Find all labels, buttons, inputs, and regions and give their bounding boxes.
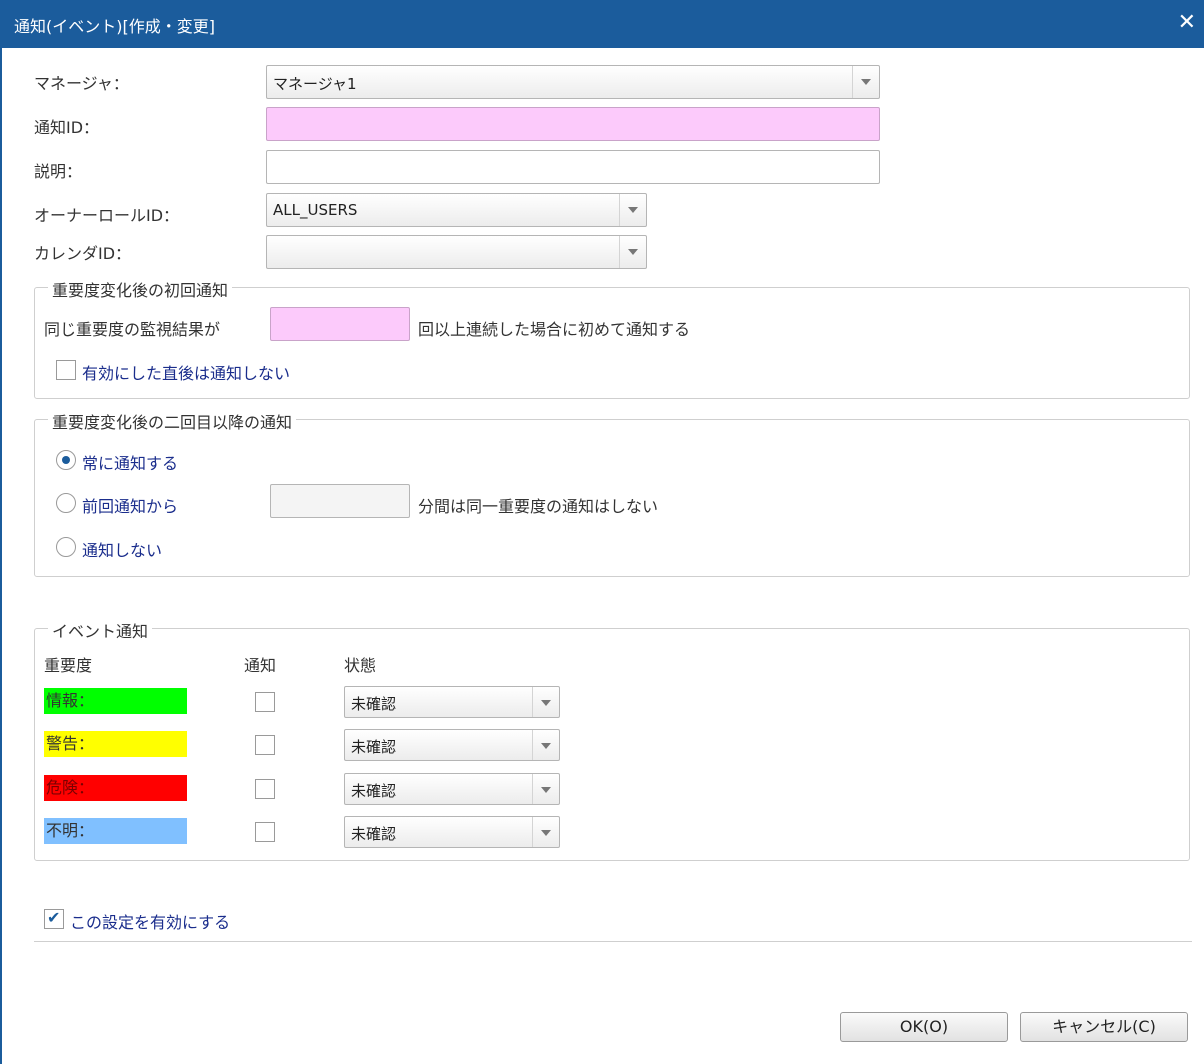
- severity-critical-notify-checkbox[interactable]: [255, 779, 275, 799]
- severity-unknown-state-value: 未確認: [351, 825, 397, 843]
- manager-value: マネージャ1: [273, 75, 357, 93]
- chevron-down-icon: [619, 236, 646, 268]
- severity-info-state-value: 未確認: [351, 695, 397, 713]
- manager-select[interactable]: マネージャ1: [266, 65, 880, 99]
- divider: [34, 941, 1192, 942]
- chevron-down-icon: [532, 817, 559, 847]
- notify-header: 通知: [244, 656, 277, 675]
- severity-critical-state-value: 未確認: [351, 782, 397, 800]
- no-notify-after-enable-checkbox[interactable]: [56, 360, 76, 380]
- notify-id-label: 通知ID：: [34, 118, 100, 137]
- severity-critical-state-select[interactable]: 未確認: [344, 773, 560, 805]
- chevron-down-icon: [852, 66, 879, 98]
- event-notice-group: [34, 628, 1190, 861]
- event-notice-legend: イベント通知: [48, 618, 153, 642]
- severity-info-notify-checkbox[interactable]: [255, 692, 275, 712]
- chevron-down-icon: [532, 730, 559, 760]
- window-border: [0, 48, 2, 1064]
- severity-warning-state-select[interactable]: 未確認: [344, 729, 560, 761]
- from-previous-radio[interactable]: [56, 493, 76, 513]
- severity-unknown-state-select[interactable]: 未確認: [344, 816, 560, 848]
- severity-warning-label: 警告：: [44, 731, 187, 757]
- state-header: 状態: [344, 656, 377, 675]
- chevron-down-icon: [619, 194, 646, 226]
- chevron-down-icon: [532, 774, 559, 804]
- subsequent-notice-legend: 重要度変化後の二回目以降の通知: [48, 409, 297, 433]
- severity-header: 重要度: [44, 656, 93, 675]
- enable-setting-checkbox[interactable]: [44, 908, 64, 929]
- cancel-button[interactable]: キャンセル(C): [1020, 1012, 1188, 1042]
- dialog-title: 通知(イベント)[作成・変更]: [14, 17, 215, 36]
- manager-label: マネージャ：: [34, 74, 129, 93]
- minutes-suffix: 分間は同一重要度の通知はしない: [418, 497, 659, 516]
- always-notify-label[interactable]: 常に通知する: [82, 450, 178, 474]
- severity-unknown-notify-checkbox[interactable]: [255, 822, 275, 842]
- owner-role-label: オーナーロールID：: [34, 206, 180, 225]
- calendar-label: カレンダID：: [34, 244, 132, 263]
- never-notify-radio[interactable]: [56, 537, 76, 557]
- severity-critical-label: 危険：: [44, 775, 187, 801]
- enable-setting-label[interactable]: この設定を有効にする: [70, 909, 230, 933]
- severity-info-state-select[interactable]: 未確認: [344, 686, 560, 718]
- no-notify-after-enable-label[interactable]: 有効にした直後は通知しない: [82, 360, 290, 384]
- first-notice-count-field[interactable]: [270, 307, 410, 341]
- calendar-select[interactable]: [266, 235, 647, 269]
- severity-warning-state-value: 未確認: [351, 738, 397, 756]
- close-icon[interactable]: ✕: [1178, 10, 1196, 35]
- notify-id-field[interactable]: [266, 107, 880, 141]
- never-notify-label[interactable]: 通知しない: [82, 537, 162, 561]
- first-notice-prefix: 同じ重要度の監視結果が: [44, 320, 221, 339]
- minutes-field[interactable]: [270, 484, 410, 518]
- owner-role-value: ALL_USERS: [273, 201, 358, 219]
- ok-button[interactable]: OK(O): [840, 1012, 1008, 1042]
- first-notice-suffix: 回以上連続した場合に初めて通知する: [418, 320, 691, 339]
- severity-info-label: 情報：: [44, 688, 187, 714]
- description-field[interactable]: [266, 150, 880, 184]
- owner-role-select[interactable]: ALL_USERS: [266, 193, 647, 227]
- title-bar: 通知(イベント)[作成・変更] ✕: [0, 0, 1204, 48]
- description-label: 説明：: [34, 162, 83, 181]
- always-notify-radio[interactable]: [56, 450, 76, 470]
- from-previous-label[interactable]: 前回通知から: [82, 493, 178, 517]
- first-notice-legend: 重要度変化後の初回通知: [48, 277, 233, 301]
- chevron-down-icon: [532, 687, 559, 717]
- severity-unknown-label: 不明：: [44, 818, 187, 844]
- severity-warning-notify-checkbox[interactable]: [255, 735, 275, 755]
